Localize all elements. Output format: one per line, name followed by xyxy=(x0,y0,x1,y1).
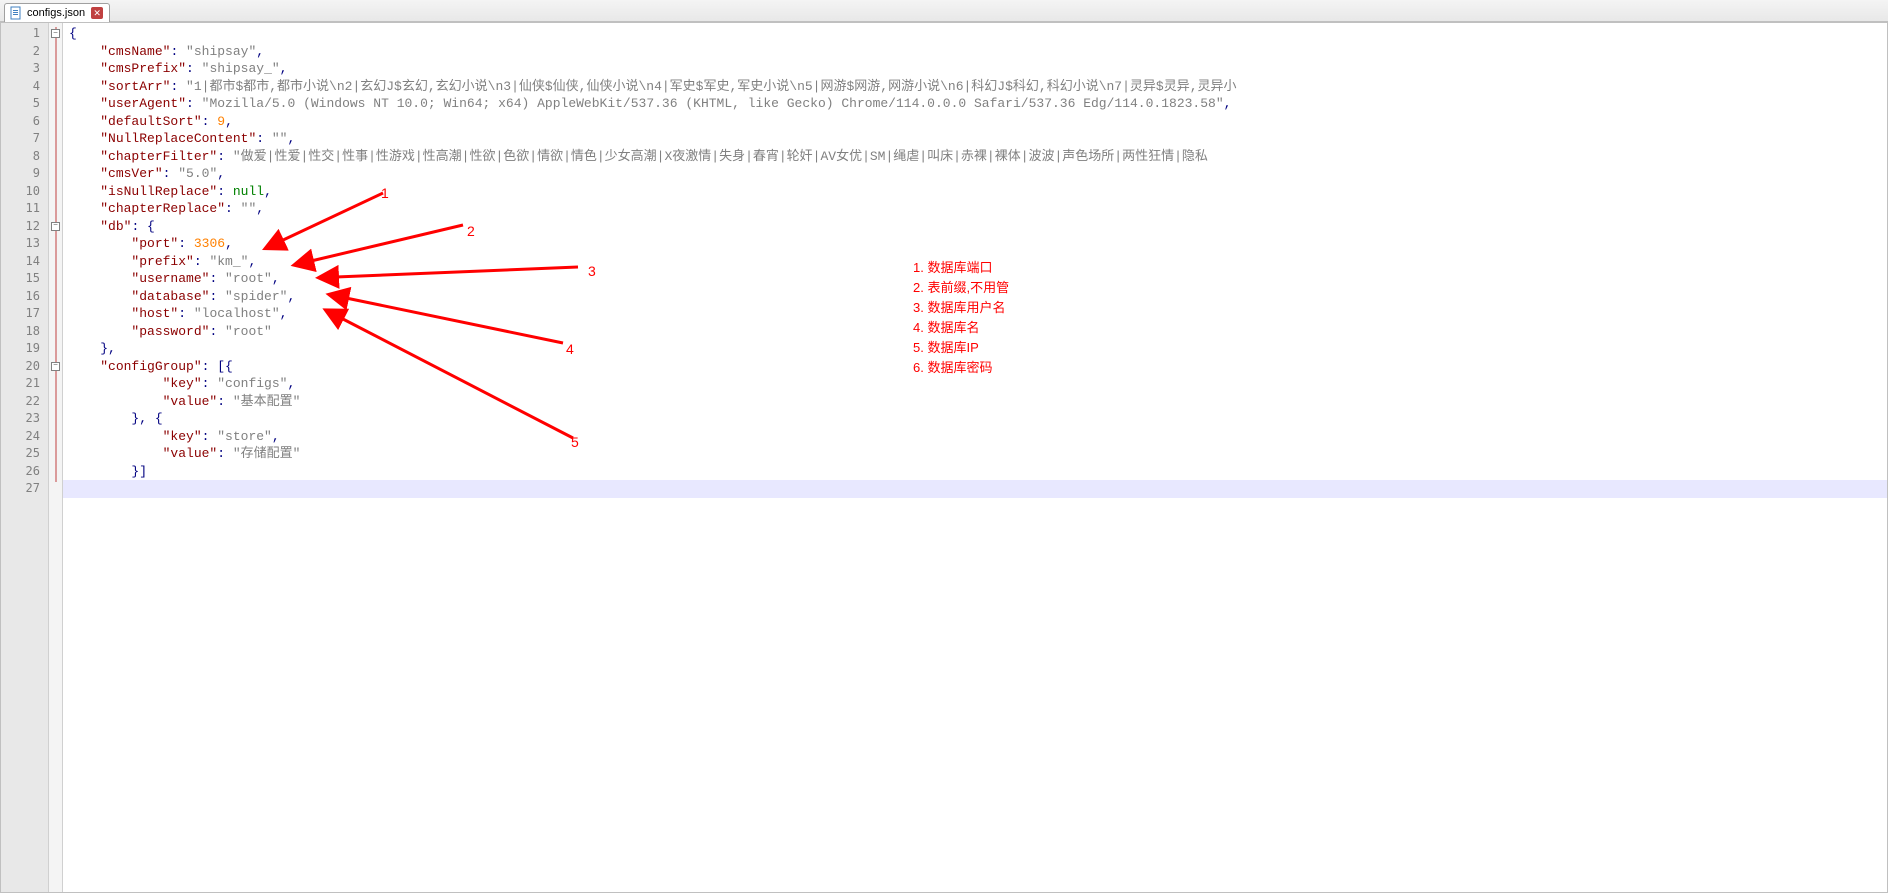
line-number: 16 xyxy=(1,288,48,306)
code-line: "password": "root" xyxy=(69,323,1887,341)
line-number: 1 xyxy=(1,25,48,43)
code-line: "cmsName": "shipsay", xyxy=(69,43,1887,61)
line-number: 22 xyxy=(1,393,48,411)
code-line: "db": { xyxy=(69,218,1887,236)
line-number: 10 xyxy=(1,183,48,201)
line-number: 24 xyxy=(1,428,48,446)
line-number: 11 xyxy=(1,200,48,218)
code-line: "chapterFilter": "做爱|性爱|性交|性事|性游戏|性高潮|性欲… xyxy=(69,148,1887,166)
tab-filename: configs.json xyxy=(27,7,85,19)
code-line: "key": "store", xyxy=(69,428,1887,446)
line-number: 3 xyxy=(1,60,48,78)
code-line: "NullReplaceContent": "", xyxy=(69,130,1887,148)
file-tab[interactable]: configs.json ✕ xyxy=(4,3,110,22)
code-line: "cmsVer": "5.0", xyxy=(69,165,1887,183)
close-icon[interactable]: ✕ xyxy=(91,7,103,19)
line-number: 9 xyxy=(1,165,48,183)
code-line: }] xyxy=(69,463,1887,481)
file-icon xyxy=(9,6,23,20)
code-line: "userAgent": "Mozilla/5.0 (Windows NT 10… xyxy=(69,95,1887,113)
code-line: "key": "configs", xyxy=(69,375,1887,393)
code-line: "host": "localhost", xyxy=(69,305,1887,323)
code-line: "isNullReplace": null, xyxy=(69,183,1887,201)
line-number: 13 xyxy=(1,235,48,253)
code-line: "database": "spider", xyxy=(69,288,1887,306)
code-line: }, xyxy=(69,340,1887,358)
line-number: 17 xyxy=(1,305,48,323)
line-number: 8 xyxy=(1,148,48,166)
line-number: 23 xyxy=(1,410,48,428)
line-number: 5 xyxy=(1,95,48,113)
code-line: "port": 3306, xyxy=(69,235,1887,253)
code-line: "chapterReplace": "", xyxy=(69,200,1887,218)
editor-container: 1 2 3 4 5 6 7 8 9 10 11 12 13 14 15 16 1… xyxy=(0,22,1888,893)
code-line: "defaultSort": 9, xyxy=(69,113,1887,131)
line-number: 6 xyxy=(1,113,48,131)
line-number: 4 xyxy=(1,78,48,96)
code-line: "value": "基本配置" xyxy=(69,393,1887,411)
line-number: 12 xyxy=(1,218,48,236)
tab-bar: configs.json ✕ xyxy=(0,0,1888,22)
line-number-gutter: 1 2 3 4 5 6 7 8 9 10 11 12 13 14 15 16 1… xyxy=(1,23,49,892)
line-number: 2 xyxy=(1,43,48,61)
line-number: 21 xyxy=(1,375,48,393)
code-line: "value": "存储配置" xyxy=(69,445,1887,463)
line-number: 26 xyxy=(1,463,48,481)
code-line: "username": "root", xyxy=(69,270,1887,288)
code-line: }, { xyxy=(69,410,1887,428)
line-number: 7 xyxy=(1,130,48,148)
line-number: 19 xyxy=(1,340,48,358)
code-area[interactable]: { "cmsName": "shipsay", "cmsPrefix": "sh… xyxy=(63,23,1887,892)
line-number: 25 xyxy=(1,445,48,463)
code-line: "sortArr": "1|都市$都市,都市小说\n2|玄幻J$玄幻,玄幻小说\… xyxy=(69,78,1887,96)
current-line-highlight xyxy=(63,480,1887,498)
line-number: 14 xyxy=(1,253,48,271)
code-line: "prefix": "km_", xyxy=(69,253,1887,271)
fold-toggle[interactable]: − xyxy=(51,362,60,371)
line-number: 27 xyxy=(1,480,48,498)
fold-toggle[interactable]: − xyxy=(51,29,60,38)
fold-gutter: − − − xyxy=(49,23,63,892)
fold-toggle[interactable]: − xyxy=(51,222,60,231)
code-line: "cmsPrefix": "shipsay_", xyxy=(69,60,1887,78)
line-number: 15 xyxy=(1,270,48,288)
code-line: "configGroup": [{ xyxy=(69,358,1887,376)
line-number: 18 xyxy=(1,323,48,341)
code-line: { xyxy=(69,25,1887,43)
line-number: 20 xyxy=(1,358,48,376)
